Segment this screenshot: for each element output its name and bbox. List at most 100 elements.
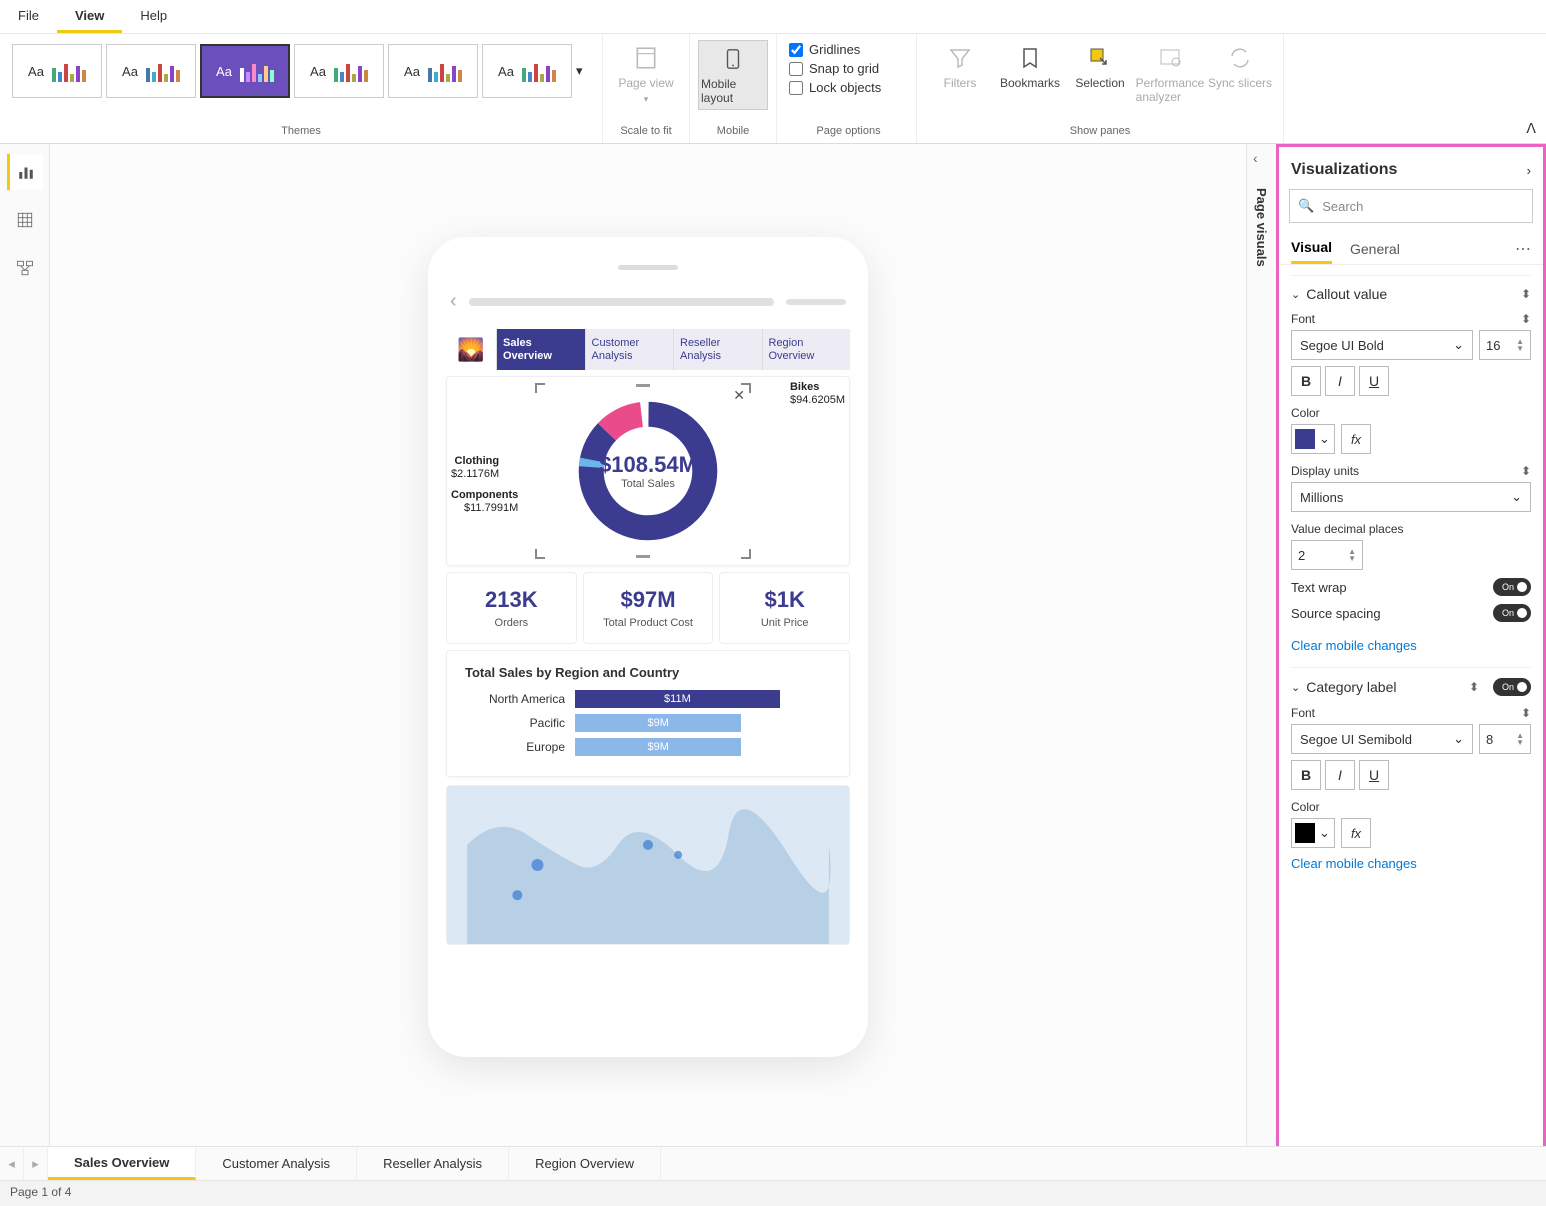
bookmarks-button[interactable]: Bookmarks (995, 40, 1065, 108)
italic-button[interactable]: I (1325, 366, 1355, 396)
format-icon[interactable]: ⬍ (1521, 312, 1531, 326)
page-tab[interactable]: Sales Overview (48, 1147, 196, 1180)
bar-row: Pacific $9M (465, 714, 831, 732)
fx-button[interactable]: fx (1341, 818, 1371, 848)
report-view-button[interactable] (7, 154, 43, 190)
more-options-button[interactable]: ⋯ (1515, 239, 1531, 259)
chevron-right-icon[interactable]: › (1527, 163, 1531, 178)
report-canvas: ‹ 🌄 SalesOverview CustomerAnalysis Resel… (50, 144, 1246, 1150)
report-tabs: 🌄 SalesOverview CustomerAnalysis Reselle… (446, 329, 850, 370)
page-visuals-pane-collapsed[interactable]: ‹ Page visuals (1246, 144, 1276, 1150)
back-icon[interactable]: ‹ (450, 290, 457, 313)
filter-icon (946, 44, 974, 72)
chevron-down-icon: ⌄ (1319, 431, 1330, 447)
snap-to-grid-checkbox[interactable]: Snap to grid (789, 61, 879, 76)
menu-help[interactable]: Help (122, 0, 185, 33)
chevron-left-icon[interactable]: ‹ (1253, 150, 1258, 166)
italic-button[interactable]: I (1325, 760, 1355, 790)
clear-mobile-changes-link[interactable]: Clear mobile changes (1291, 856, 1417, 871)
theme-gallery-more[interactable]: ▾ (576, 44, 590, 98)
font-family-select[interactable]: Segoe UI Bold⌄ (1291, 330, 1473, 360)
tab-region-overview[interactable]: RegionOverview (762, 329, 851, 370)
page-nav-prev[interactable]: ◂ (0, 1147, 24, 1180)
kpi-row: 213KOrders $97MTotal Product Cost $1KUni… (446, 572, 850, 644)
visualizations-panel: Visualizations › 🔍 Search Visual General… (1276, 144, 1546, 1150)
bar: $9M (575, 714, 741, 732)
tab-reseller-analysis[interactable]: ResellerAnalysis (673, 329, 762, 370)
tab-customer-analysis[interactable]: CustomerAnalysis (585, 329, 674, 370)
sync-icon (1226, 44, 1254, 72)
tab-sales-overview[interactable]: SalesOverview (496, 329, 585, 370)
theme-thumb-selected[interactable]: Aa (200, 44, 290, 98)
theme-thumb[interactable]: Aa (12, 44, 102, 98)
page-view-button[interactable]: Page view ▾ (611, 40, 681, 109)
underline-button[interactable]: U (1359, 366, 1389, 396)
color-picker[interactable]: ⌄ (1291, 818, 1335, 848)
format-icon[interactable]: ⬍ (1469, 680, 1479, 694)
format-icon[interactable]: ⬍ (1521, 287, 1531, 301)
map-visual[interactable] (446, 785, 850, 945)
page-tab[interactable]: Reseller Analysis (357, 1147, 509, 1180)
bar: $9M (575, 738, 741, 756)
decimal-places-input[interactable]: 2▲▼ (1291, 540, 1363, 570)
performance-analyzer-button[interactable]: Performance analyzer (1135, 40, 1205, 108)
panel-title: Visualizations (1291, 161, 1397, 179)
theme-thumb[interactable]: Aa (106, 44, 196, 98)
lock-objects-checkbox[interactable]: Lock objects (789, 80, 881, 95)
page-view-icon (632, 44, 660, 72)
theme-gallery[interactable]: Aa Aa Aa Aa Aa Aa ▾ (8, 40, 594, 102)
format-icon[interactable]: ⬍ (1521, 464, 1531, 478)
mobile-layout-button[interactable]: Mobile layout (698, 40, 768, 110)
kpi-orders[interactable]: 213KOrders (446, 572, 577, 644)
bar-row: Europe $9M (465, 738, 831, 756)
theme-thumb[interactable]: Aa (388, 44, 478, 98)
fx-button[interactable]: fx (1341, 424, 1371, 454)
color-picker[interactable]: ⌄ (1291, 424, 1335, 454)
font-size-input[interactable]: 16▲▼ (1479, 330, 1531, 360)
sync-slicers-button[interactable]: Sync slicers (1205, 40, 1275, 108)
theme-thumb[interactable]: Aa (294, 44, 384, 98)
clear-mobile-changes-link[interactable]: Clear mobile changes (1291, 638, 1417, 653)
font-size-input[interactable]: 8▲▼ (1479, 724, 1531, 754)
bold-button[interactable]: B (1291, 366, 1321, 396)
tab-visual[interactable]: Visual (1291, 233, 1332, 264)
ribbon: Aa Aa Aa Aa Aa Aa ▾ Themes Page view ▾ S… (0, 34, 1546, 144)
page-tab[interactable]: Region Overview (509, 1147, 661, 1180)
model-view-button[interactable] (7, 250, 43, 286)
bold-button[interactable]: B (1291, 760, 1321, 790)
data-view-button[interactable] (7, 202, 43, 238)
bar-chart-visual[interactable]: Total Sales by Region and Country North … (446, 650, 850, 777)
filters-button[interactable]: Filters (925, 40, 995, 108)
donut-visual[interactable]: ✕ Bikes$94.6205M Clothing$2.1176M Compon… (446, 376, 850, 566)
ribbon-collapse-button[interactable]: ᐱ (1526, 120, 1536, 137)
format-icon[interactable]: ⬍ (1521, 706, 1531, 720)
tab-general[interactable]: General (1350, 235, 1400, 263)
page-tab[interactable]: Customer Analysis (196, 1147, 357, 1180)
mobile-icon (719, 45, 747, 73)
menu-file[interactable]: File (0, 0, 57, 33)
bookmark-icon (1016, 44, 1044, 72)
search-input[interactable]: 🔍 Search (1289, 189, 1533, 223)
total-sales-label: Total Sales (621, 478, 675, 490)
category-label-toggle[interactable]: On (1493, 678, 1531, 696)
theme-thumb[interactable]: Aa (482, 44, 572, 98)
kpi-unit-price[interactable]: $1KUnit Price (719, 572, 850, 644)
search-icon: 🔍 (1298, 198, 1314, 214)
section-callout-value[interactable]: ⌄ Callout value ⬍ (1291, 286, 1531, 302)
page-nav-next[interactable]: ▸ (24, 1147, 48, 1180)
page-tab-strip: ◂ ▸ Sales Overview Customer Analysis Res… (0, 1146, 1546, 1180)
source-spacing-toggle[interactable]: On (1493, 604, 1531, 622)
underline-button[interactable]: U (1359, 760, 1389, 790)
chevron-down-icon: ⌄ (1453, 731, 1464, 747)
text-wrap-toggle[interactable]: On (1493, 578, 1531, 596)
page-indicator: Page 1 of 4 (10, 1185, 71, 1199)
gridlines-checkbox[interactable]: Gridlines (789, 42, 860, 57)
display-units-select[interactable]: Millions⌄ (1291, 482, 1531, 512)
chevron-down-icon: ⌄ (1291, 681, 1300, 694)
selection-button[interactable]: Selection (1065, 40, 1135, 108)
chevron-down-icon: ⌄ (1511, 489, 1522, 505)
section-category-label[interactable]: ⌄ Category label ⬍ On (1291, 678, 1531, 696)
menu-view[interactable]: View (57, 0, 122, 33)
kpi-product-cost[interactable]: $97MTotal Product Cost (583, 572, 714, 644)
font-family-select[interactable]: Segoe UI Semibold⌄ (1291, 724, 1473, 754)
